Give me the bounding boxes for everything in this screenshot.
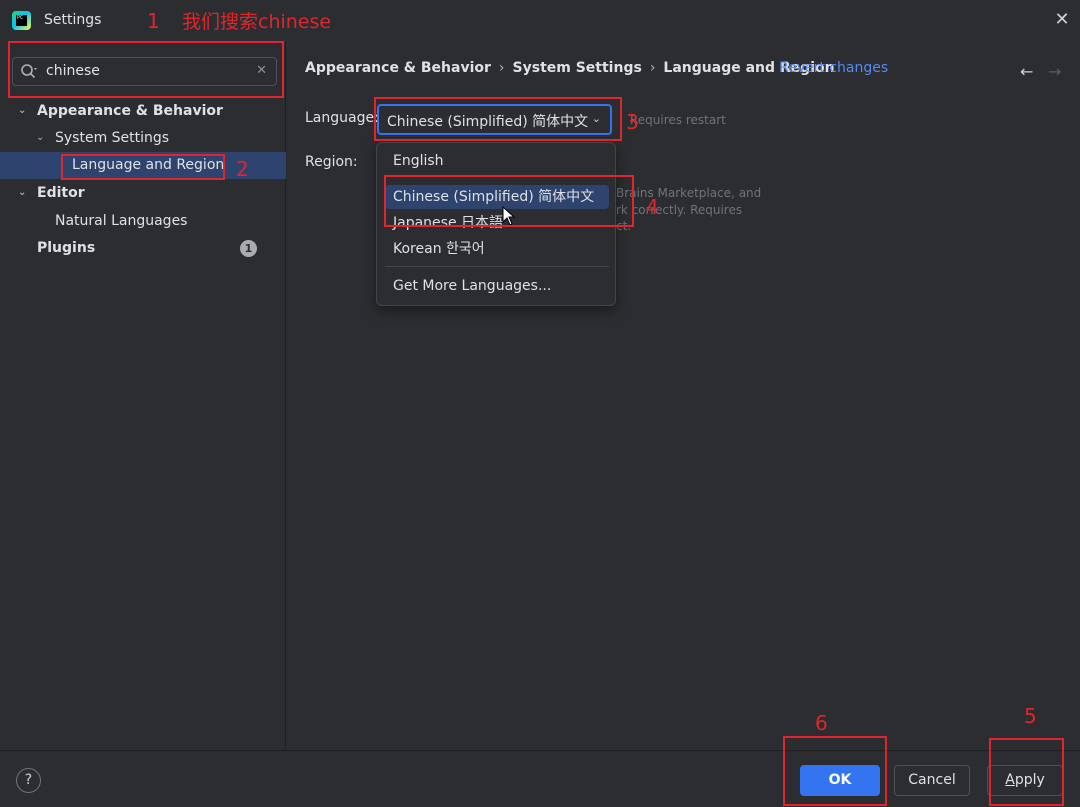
sidebar-item-label: System Settings: [55, 130, 170, 146]
cancel-button[interactable]: Cancel: [894, 765, 970, 796]
sidebar-item-label: Natural Languages: [55, 213, 188, 229]
partial-hint-text: rk correctly. Requires: [616, 203, 743, 217]
plugins-update-badge: 1: [240, 240, 257, 257]
annotation-step-1: 1: [147, 9, 160, 33]
title-bar: PC Settings ✕: [0, 0, 1080, 42]
language-label: Language:: [305, 110, 379, 126]
sidebar-item-label: Editor: [37, 185, 85, 201]
get-more-languages-option[interactable]: Get More Languages...: [385, 274, 609, 298]
region-label: Region:: [305, 154, 358, 170]
sidebar-item-appearance-behavior[interactable]: ⌄ Appearance & Behavior: [0, 98, 286, 124]
option-korean[interactable]: Korean 한국어: [385, 237, 609, 261]
annotation-step-3: 3: [626, 110, 639, 134]
chevron-down-icon[interactable]: ⌄: [36, 125, 48, 151]
option-english[interactable]: English: [385, 149, 609, 173]
sidebar-item-natural-languages[interactable]: Natural Languages: [0, 208, 286, 234]
requires-restart-hint: Requires restart: [630, 113, 726, 127]
annotation-box-language-region: [61, 154, 225, 180]
sidebar-item-system-settings[interactable]: ⌄ System Settings: [0, 125, 286, 151]
back-arrow-icon[interactable]: ←: [1020, 62, 1033, 81]
annotation-step-2: 2: [236, 157, 249, 181]
annotation-box-ok: [783, 736, 887, 806]
partial-hint-text: Brains Marketplace, and: [616, 186, 762, 200]
close-icon[interactable]: ✕: [1050, 8, 1074, 32]
help-button[interactable]: ?: [16, 768, 41, 793]
revert-changes-link[interactable]: Revert changes: [779, 60, 888, 76]
annotation-box-chinese-option: [384, 175, 634, 227]
pycharm-icon: PC: [12, 11, 31, 30]
window-title: Settings: [44, 12, 102, 28]
chevron-down-icon[interactable]: ⌄: [18, 98, 30, 124]
sidebar-item-plugins[interactable]: Plugins 1: [0, 235, 286, 261]
sidebar-item-label: Appearance & Behavior: [37, 103, 223, 119]
breadcrumb-item[interactable]: System Settings: [513, 60, 642, 76]
breadcrumb-item[interactable]: Appearance & Behavior: [305, 60, 491, 76]
sidebar-item-editor[interactable]: ⌄ Editor: [0, 180, 286, 206]
annotation-box-apply: [989, 738, 1064, 806]
annotation-box-language-select: [374, 97, 622, 141]
annotation-note: 我们搜索chinese: [182, 11, 332, 33]
annotation-step-5: 5: [1024, 704, 1037, 728]
sidebar-item-label: Plugins: [37, 240, 96, 256]
breadcrumb-separator-icon: ›: [649, 60, 656, 76]
forward-arrow-icon[interactable]: →: [1048, 62, 1061, 81]
chevron-down-icon[interactable]: ⌄: [18, 180, 30, 206]
breadcrumb: Appearance & Behavior › System Settings › La…: [305, 60, 835, 76]
annotation-step-6: 6: [815, 711, 828, 735]
annotation-box-search: [8, 41, 284, 98]
dropdown-divider: [385, 266, 609, 267]
breadcrumb-separator-icon: ›: [498, 60, 505, 76]
annotation-step-4: 4: [646, 195, 659, 219]
